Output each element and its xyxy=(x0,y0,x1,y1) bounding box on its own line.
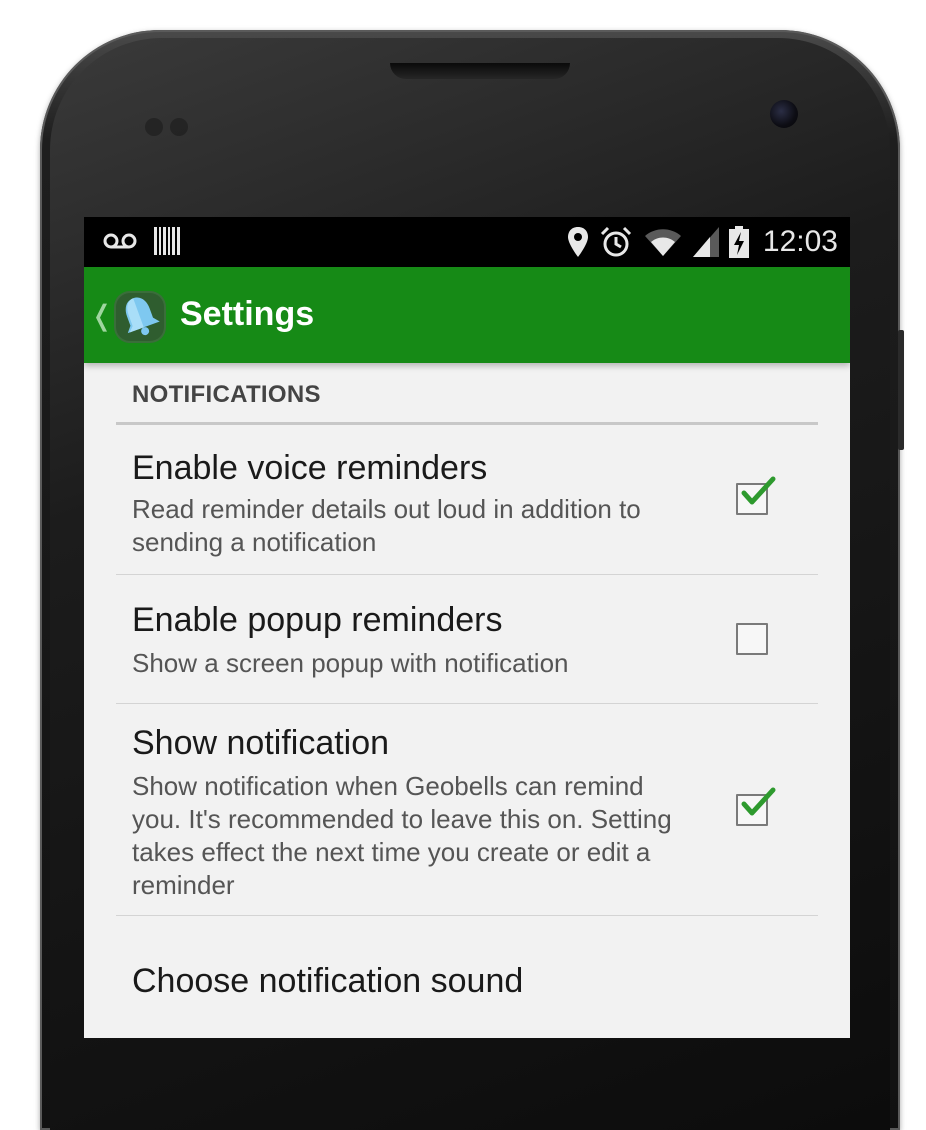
location-pin-icon xyxy=(567,227,588,257)
status-bar: 12:03 xyxy=(84,217,850,267)
section-divider xyxy=(116,422,818,425)
voicemail-icon xyxy=(103,233,137,249)
light-sensor xyxy=(170,118,188,136)
pref-show-notification[interactable]: Show notification Show notification when… xyxy=(84,704,850,914)
page-title: Settings xyxy=(180,295,315,333)
battery-charging-icon xyxy=(728,226,749,258)
pref-summary: Show notification when Geobells can remi… xyxy=(132,771,672,900)
pref-summary: Read reminder details out loud in additi… xyxy=(132,494,641,557)
pref-summary: Show a screen popup with notification xyxy=(132,648,569,678)
screen: 12:03 ❬ Settings NOTIFICATIONS Enable vo… xyxy=(84,217,850,1038)
pref-title: Enable popup reminders xyxy=(132,601,503,639)
pref-enable-voice-reminders[interactable]: Enable voice reminders Read reminder det… xyxy=(84,427,850,575)
section-header: NOTIFICATIONS xyxy=(132,381,321,408)
pref-title: Show notification xyxy=(132,724,390,762)
power-button xyxy=(898,330,904,450)
front-camera xyxy=(770,100,798,128)
speaker-grille xyxy=(390,63,570,79)
status-icons: 12:03 xyxy=(567,217,838,267)
pref-title: Choose notification sound xyxy=(132,962,524,1000)
action-bar: ❬ Settings xyxy=(84,267,850,363)
popup-reminders-checkbox[interactable] xyxy=(736,623,768,655)
checkmark-icon xyxy=(741,787,776,816)
status-time: 12:03 xyxy=(762,225,838,258)
bell-icon[interactable] xyxy=(112,289,168,345)
pref-choose-notification-sound[interactable]: Choose notification sound xyxy=(84,916,850,1038)
show-notification-checkbox[interactable] xyxy=(736,787,776,826)
barcode-icon xyxy=(154,227,180,255)
pref-title: Enable voice reminders xyxy=(132,449,488,487)
voice-reminders-checkbox[interactable] xyxy=(736,476,776,515)
signal-icon xyxy=(692,227,719,257)
wifi-icon xyxy=(644,229,681,256)
chevron-left-icon[interactable]: ❬ xyxy=(90,299,113,332)
checkmark-icon xyxy=(741,476,776,505)
proximity-sensor xyxy=(145,118,163,136)
alarm-icon xyxy=(600,226,631,257)
pref-enable-popup-reminders[interactable]: Enable popup reminders Show a screen pop… xyxy=(84,575,850,703)
